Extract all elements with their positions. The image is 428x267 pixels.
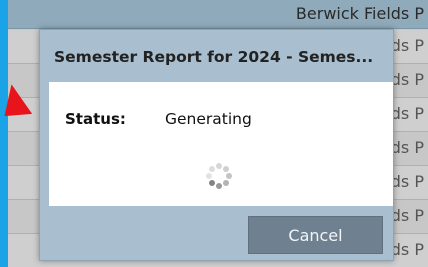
dialog-body: Status: Generating [49,82,393,206]
table-cell: ds P [390,206,424,225]
status-label: Status: [65,110,126,128]
table-cell: ds P [390,240,424,259]
cancel-button[interactable]: Cancel [248,216,383,254]
table-cell: ds P [390,36,424,55]
status-value: Generating [165,110,252,128]
table-cell: ds P [390,138,424,157]
dialog-title: Semester Report for 2024 - Semes... [54,48,374,66]
table-cell: ds P [390,104,424,123]
table-header-label: Berwick Fields P [295,4,424,23]
report-progress-dialog: Semester Report for 2024 - Semes... Stat… [39,29,394,261]
table-cell: ds P [390,70,424,89]
table-cell: ds P [390,172,424,191]
loading-spinner-icon [206,163,232,189]
table-header: Berwick Fields P [8,0,428,29]
